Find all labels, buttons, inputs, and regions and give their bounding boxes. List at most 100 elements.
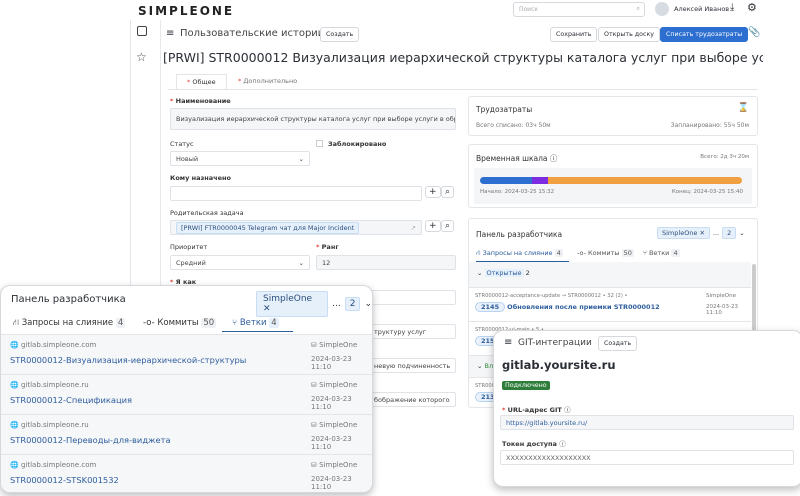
branch-list: 🌐 gitlab.simpleone.com STR0000012-Визуал… [1,334,372,492]
timeline-bar [480,177,742,184]
filter-chip[interactable]: SimpleOne ✕ [256,291,329,317]
branch-link[interactable]: STR0000012-Спецификация [10,395,132,405]
section-title: Пользовательские истории [180,28,325,39]
search-icon[interactable]: ⌕ [441,220,455,232]
date: 2024-03-23 11:10 [311,355,352,371]
open-link-icon: ↗ [410,223,416,232]
status-select[interactable]: Новый ⌄ [170,151,310,166]
user-name[interactable]: Алексей Иванов [674,5,729,13]
tab-branches[interactable]: ⑂ Ветки 4 [222,318,293,332]
effort-title: Трудозатраты [476,105,533,114]
save-button[interactable]: Сохранить [550,27,598,42]
database-icon: ⛁ [311,341,317,349]
tab-label: Общее [192,78,216,86]
tab-label: Дополнительно [243,77,298,85]
tab-branches[interactable]: ⑂ Ветки 4 [643,249,680,257]
section-title: GIT-интеграции [518,338,592,348]
host: 🌐 gitlab.simpleone.ru [10,381,89,389]
scrollbar[interactable] [752,264,756,334]
parent-chip[interactable]: [PRWI] FTR0000045 Telegram чат для Major… [176,221,360,234]
priority-select[interactable]: Средний ⌄ [170,255,310,270]
date: 2024-03-23 11:10 [311,395,352,411]
branch-row[interactable]: 🌐 gitlab.simpleone.ru STR0000012-Перевод… [1,414,372,454]
locked-label: Заблокировано [328,140,387,148]
rank-field[interactable]: 12 [316,255,456,270]
tab-general[interactable]: * Общее [176,74,227,89]
create-button[interactable]: Создать [598,336,638,351]
tab-commits[interactable]: -o- Коммиты 50 [143,318,217,328]
repo: ⛁ SimpleOne [311,381,358,389]
host: 🌐 gitlab.simpleone.com [10,341,97,349]
database-icon: ⛁ [311,381,317,389]
dev-panel-title: Панель разработчика [11,294,126,305]
parent-field[interactable]: [PRWI] FTR0000045 Telegram чат для Major… [170,220,422,235]
database-icon: ⛁ [311,421,317,429]
name-field[interactable]: Визуализация иерархической структуры кат… [170,108,456,130]
date: 2024-03-23 11:10 [311,475,352,491]
gear-icon[interactable]: ⚙ [747,1,757,14]
git-host-title: gitlab.yoursite.ru [502,358,616,372]
branch-link[interactable]: STR0000012-STSK001532 [10,475,119,485]
chevron-down-icon[interactable]: ⌄ [364,299,372,309]
tab-commits[interactable]: -o- Коммиты 50 [577,249,634,257]
effort-card: Трудозатраты ⌛ Всего списано: 03ч 50м За… [468,96,758,136]
divider [168,89,758,90]
globe-icon: 🌐 [10,461,19,469]
add-icon[interactable]: + [425,220,441,232]
effort-spent: Всего списано: 03ч 50м [476,122,551,129]
assigned-field[interactable] [170,186,422,201]
log-time-button[interactable]: Списать трудозатраты [660,27,749,42]
url-label: * URL-адрес GIT ⓘ [502,406,571,414]
branch-row[interactable]: 🌐 gitlab.simpleone.com STR0000012-Визуал… [1,334,372,374]
status-label: Статус [170,140,194,148]
tab-additional[interactable]: * Дополнительно [228,74,307,89]
more-count[interactable]: 2 [344,297,361,311]
timeline-end: Конец: 2024-03-25 15:40 [671,189,743,195]
sidebar-toggle-icon[interactable] [137,26,147,36]
branch-link[interactable]: STR0000012-Переводы-для-виджета [10,435,171,445]
globe-icon: 🌐 [10,381,19,389]
repo: ⛁ SimpleOne [311,421,358,429]
download-icon[interactable]: ⤓ [730,2,734,13]
timeline-start: Начало: 2024-03-25 15:32 [480,189,555,195]
database-icon: ⛁ [311,461,317,469]
group-open[interactable]: ⌄ Открытые 2 [469,262,751,287]
search-input[interactable]: Поиск ⌕ [513,2,645,17]
timeline-segment [548,177,742,184]
chevron-down-icon: ⌄ [298,154,304,163]
repo: ⛁ SimpleOne [311,461,358,469]
help-icon: ⓘ [559,440,566,448]
token-label: Токен доступа ⓘ [502,440,566,448]
add-icon[interactable]: + [425,186,441,198]
branch-row[interactable]: 🌐 gitlab.simpleone.com STR0000012-STSK00… [1,454,372,492]
chevron-down-icon: ⌄ [298,258,304,267]
date: 2024-03-23 11:10 [311,435,352,451]
star-icon[interactable]: ☆ [136,50,147,64]
timeline-title: Временная шкала ⓘ [476,154,558,163]
branch-row[interactable]: 🌐 gitlab.simpleone.ru STR0000012-Специфи… [1,374,372,414]
attachment-icon[interactable]: 📎 [748,27,760,38]
assigned-label: Кому назначено [170,174,231,182]
search-icon[interactable]: ⌕ [441,186,455,198]
status-badge: Подключено [502,381,550,390]
search-placeholder: Поиск [519,6,539,13]
page-title: [PRWI] STR0000012 Визуализация иерархиче… [163,50,763,65]
tab-merge-requests[interactable]: ⛙ Запросы на слияние 4 [13,318,126,329]
more-label[interactable]: ... [332,299,341,309]
tab-merge-requests[interactable]: ⛙ Запросы на слияние 4 [476,249,569,262]
dev-panel-title: Панель разработчика [476,230,563,239]
menu-icon[interactable]: ≡ [504,337,512,348]
logo: SIMPLEONE [138,4,235,18]
branch-link[interactable]: STR0000012-Визуализация-иерархической-ст… [10,355,246,365]
locked-checkbox[interactable] [316,140,323,147]
open-board-button[interactable]: Открыть доску [598,27,660,42]
menu-icon[interactable]: ≡ [166,28,174,39]
avatar[interactable] [655,2,669,16]
search-icon: ⌕ [636,5,640,12]
merge-request-row[interactable]: STR0000012-acceptance-update → STR000001… [469,287,751,321]
globe-icon: 🌐 [10,341,19,349]
info-icon: ⓘ [549,154,558,163]
create-button[interactable]: Создать [320,27,360,42]
token-field[interactable]: XXXXXXXXXXXXXXXXXXX [500,450,794,465]
url-field[interactable]: https://gitlab.yoursite.ru/ [500,415,794,430]
